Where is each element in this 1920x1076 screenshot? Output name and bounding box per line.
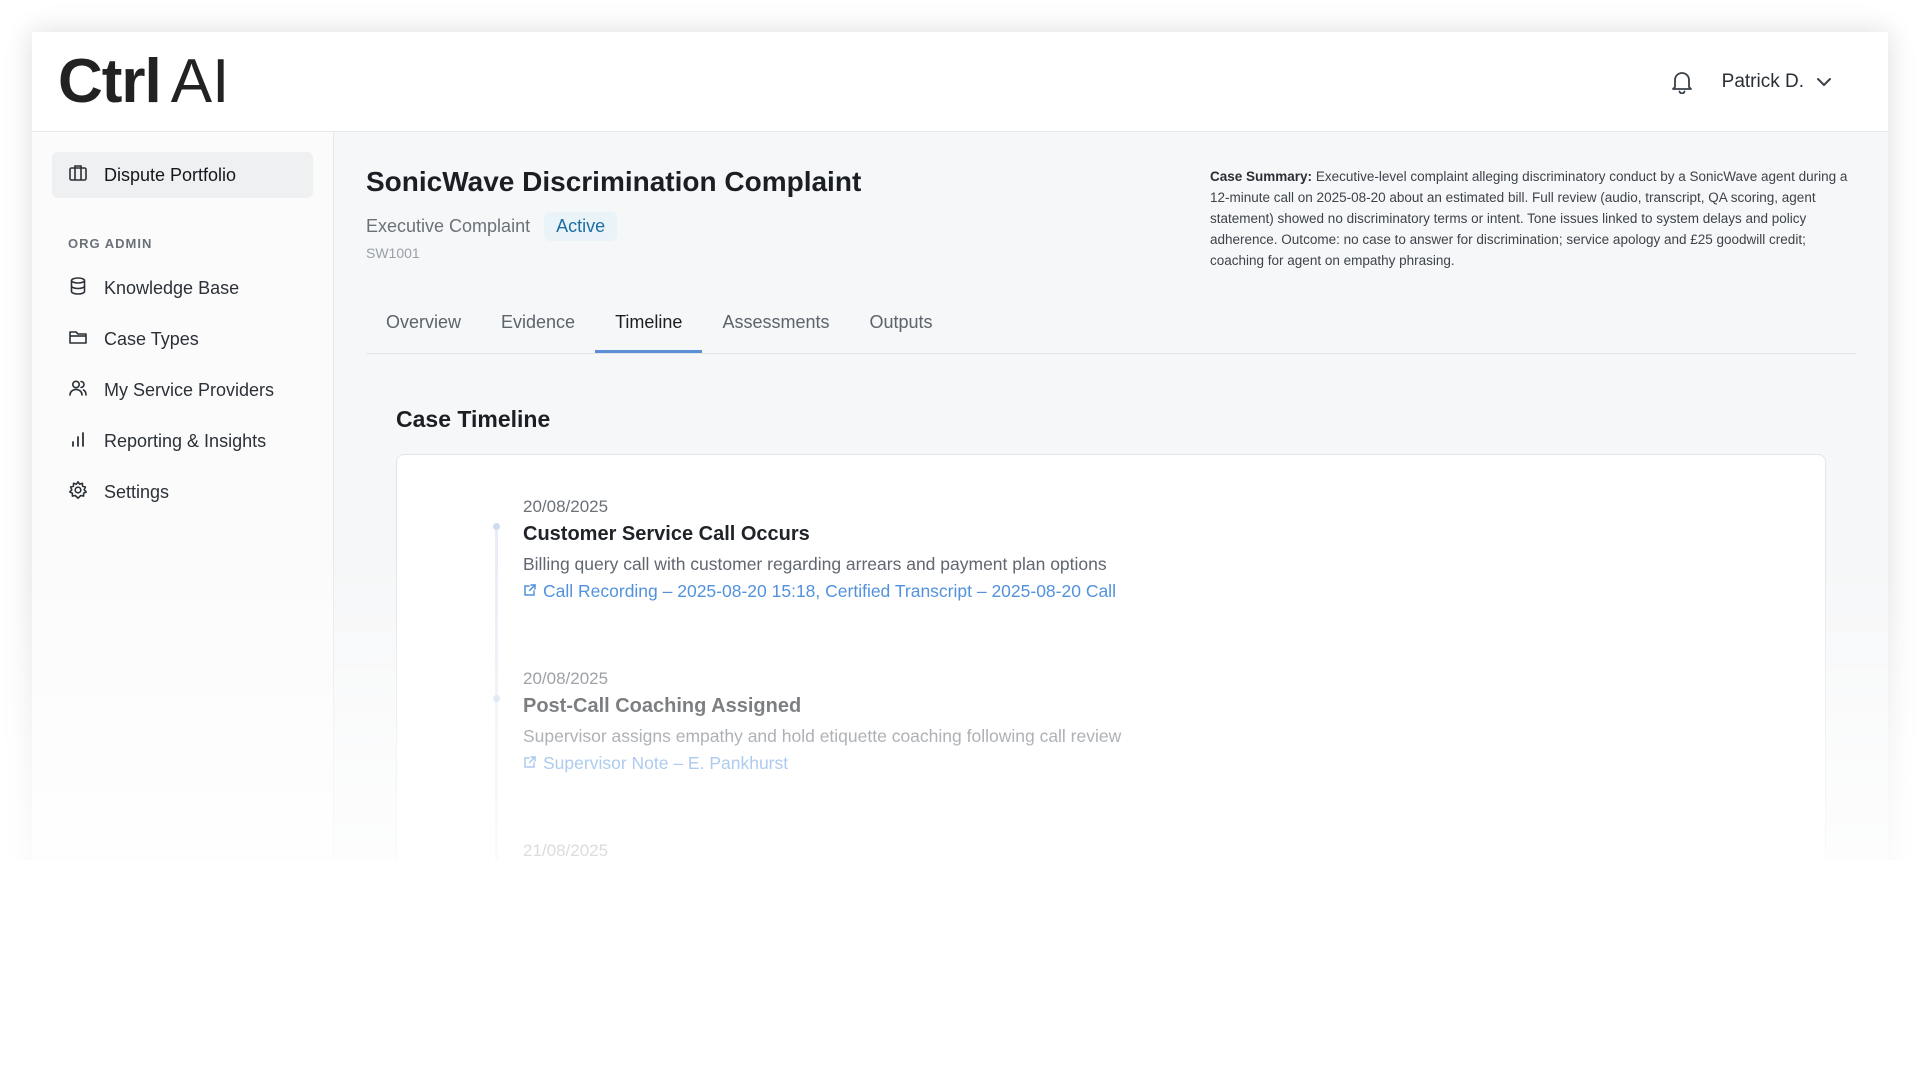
event-link-text: Call Recording – 2025-08-20 15:18, Certi… <box>543 581 1116 601</box>
bell-icon[interactable] <box>1668 68 1696 96</box>
event-date: 21/08/2025 <box>523 841 609 860</box>
event-description: Billing query call with customer regardi… <box>523 554 1107 574</box>
brand-name-bold: Ctrl <box>58 46 162 116</box>
brand-name-light: AI <box>170 46 230 116</box>
body: Dispute Portfolio ORG ADMIN Knowledge Ba… <box>32 132 1888 962</box>
timeline-dot <box>493 867 500 874</box>
tab-outputs[interactable]: Outputs <box>849 299 952 353</box>
bar-chart-icon <box>68 429 88 454</box>
case-header-left: SonicWave Discrimination Complaint Execu… <box>366 166 861 271</box>
timeline-event: 20/08/2025 Customer Service Call Occurs … <box>523 497 1116 602</box>
sidebar-section-label: ORG ADMIN <box>68 236 153 251</box>
timeline-card: 20/08/2025 Customer Service Call Occurs … <box>396 454 1826 962</box>
event-title: Customer Service Call Occurs <box>523 523 810 545</box>
case-id: SW1001 <box>366 245 420 261</box>
sidebar-item-settings[interactable]: Settings <box>52 469 313 515</box>
sidebar-item-knowledge-base[interactable]: Knowledge Base <box>52 265 313 311</box>
case-header: SonicWave Discrimination Complaint Execu… <box>366 132 1856 271</box>
case-meta: Executive Complaint Active <box>366 212 861 241</box>
event-link-text: Supervisor Note – E. Pankhurst <box>543 753 789 773</box>
external-link-icon <box>523 753 537 774</box>
sidebar-item-label: Knowledge Base <box>104 277 240 298</box>
case-summary-label: Case Summary: <box>1210 169 1313 184</box>
tab-assessments[interactable]: Assessments <box>702 299 849 353</box>
sidebar-item-dispute-portfolio[interactable]: Dispute Portfolio <box>52 152 313 198</box>
timeline-title: Case Timeline <box>396 406 551 432</box>
timeline-dot <box>493 695 500 702</box>
sidebar-item-label: Case Types <box>104 328 199 349</box>
event-date: 20/08/2025 <box>523 497 609 516</box>
case-title: SonicWave Discrimination Complaint <box>366 166 862 197</box>
event-description: Formal complaint submitted to CEO office… <box>523 898 1238 918</box>
event-evidence-link[interactable]: Complaint Email to CEO Office <box>523 925 1238 946</box>
folder-icon <box>68 327 88 352</box>
users-icon <box>68 378 88 403</box>
status-badge: Active <box>544 212 618 241</box>
app-window: Ctrl AI Patrick D. Dispute Portfolio ORG… <box>32 32 1888 962</box>
tab-timeline[interactable]: Timeline <box>595 299 703 353</box>
event-title: Executive Complaint Received <box>523 867 814 889</box>
sidebar: Dispute Portfolio ORG ADMIN Knowledge Ba… <box>32 132 334 962</box>
external-link-icon <box>523 581 537 602</box>
gear-icon <box>68 480 88 505</box>
event-link-text: Complaint Email to CEO Office <box>543 925 783 945</box>
top-bar: Ctrl AI Patrick D. <box>32 32 1888 132</box>
timeline-dot <box>493 523 500 530</box>
case-type: Executive Complaint <box>366 216 531 236</box>
sidebar-item-case-types[interactable]: Case Types <box>52 316 313 362</box>
user-menu[interactable]: Patrick D. <box>1722 71 1832 93</box>
sidebar-item-label: Settings <box>104 481 170 502</box>
top-right-controls: Patrick D. <box>1668 68 1832 96</box>
event-title: Post-Call Coaching Assigned <box>523 695 802 717</box>
case-tabs: Overview Evidence Timeline Assessments O… <box>366 299 1856 354</box>
event-evidence-link[interactable]: Call Recording – 2025-08-20 15:18, Certi… <box>523 581 1116 602</box>
timeline-line <box>495 523 498 943</box>
brand-logo[interactable]: Ctrl AI <box>58 46 230 116</box>
sidebar-item-label: Reporting & Insights <box>104 430 267 451</box>
briefcase-icon <box>68 163 88 188</box>
database-icon <box>68 276 88 301</box>
tab-overview[interactable]: Overview <box>366 299 481 353</box>
sidebar-item-reporting-insights[interactable]: Reporting & Insights <box>52 418 313 464</box>
user-name: Patrick D. <box>1721 70 1804 92</box>
sidebar-item-my-service-providers[interactable]: My Service Providers <box>52 367 313 413</box>
external-link-icon <box>523 925 537 946</box>
event-description: Supervisor assigns empathy and hold etiq… <box>523 726 1122 746</box>
event-date: 20/08/2025 <box>523 669 609 688</box>
event-evidence-link[interactable]: Supervisor Note – E. Pankhurst <box>523 753 1121 774</box>
sidebar-item-label: Dispute Portfolio <box>104 164 237 185</box>
timeline-event: 20/08/2025 Post-Call Coaching Assigned S… <box>523 669 1121 774</box>
case-summary: Case Summary: Executive-level complaint … <box>1210 166 1856 271</box>
main-content: SonicWave Discrimination Complaint Execu… <box>334 132 1888 962</box>
tab-evidence[interactable]: Evidence <box>481 299 595 353</box>
chevron-down-icon <box>1816 71 1832 93</box>
timeline-event: 21/08/2025 Executive Complaint Received … <box>523 841 1238 946</box>
sidebar-item-label: My Service Providers <box>104 379 275 400</box>
